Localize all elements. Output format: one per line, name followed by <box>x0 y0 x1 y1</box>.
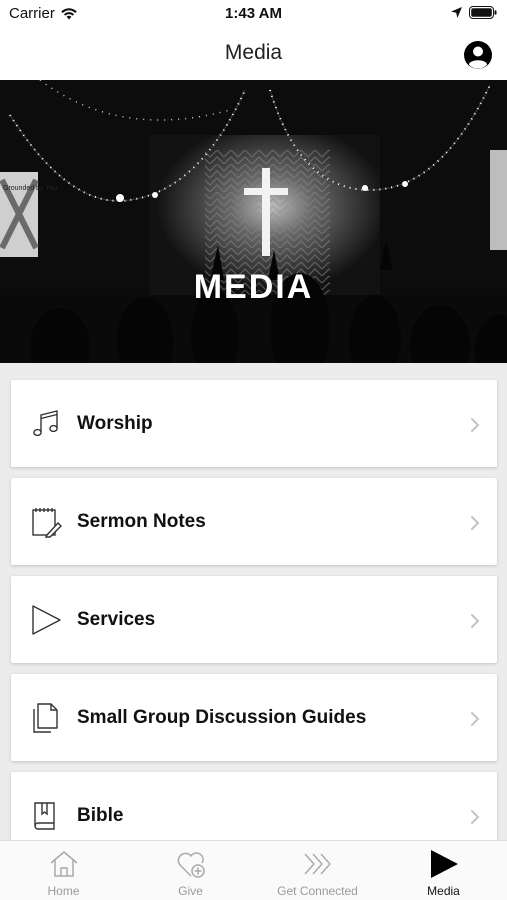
tab-label: Get Connected <box>277 884 358 898</box>
menu-item-label: Worship <box>77 413 153 434</box>
music-note-icon <box>33 410 58 437</box>
status-bar: Carrier 1:43 AM <box>0 0 507 28</box>
navigation-bar: Media <box>0 28 507 80</box>
chevron-right-icon <box>471 418 480 432</box>
double-chevron-icon <box>303 853 331 875</box>
chevron-right-icon <box>471 810 480 824</box>
chevron-right-icon <box>471 712 480 726</box>
notepad-pencil-icon <box>32 508 62 538</box>
status-time: 1:43 AM <box>225 5 282 22</box>
menu-item-worship[interactable]: Worship <box>11 380 497 467</box>
page-title: Media <box>224 41 283 64</box>
hero-image: Grounded by You MEDIA <box>0 80 507 363</box>
menu-item-services[interactable]: Services <box>11 576 497 663</box>
menu-item-label: Small Group Discussion Guides <box>77 707 367 728</box>
tab-media[interactable]: Media <box>380 841 507 900</box>
profile-button[interactable] <box>463 40 493 70</box>
tab-bar: Home Give Get Connected Media <box>0 840 507 900</box>
play-outline-icon <box>32 605 61 635</box>
tab-get-connected[interactable]: Get Connected <box>254 841 381 900</box>
menu-item-small-group-guides[interactable]: Small Group Discussion Guides <box>11 674 497 761</box>
menu-item-label: Services <box>77 609 156 630</box>
tab-give[interactable]: Give <box>127 841 254 900</box>
menu-item-bible[interactable]: Bible <box>11 772 497 840</box>
profile-icon <box>464 41 492 69</box>
hero-title: MEDIA <box>193 268 314 306</box>
home-icon <box>50 851 77 877</box>
hero-banner-text: Grounded by You <box>3 185 57 192</box>
tab-label: Media <box>427 884 460 898</box>
location-arrow-icon <box>451 7 462 18</box>
tab-home[interactable]: Home <box>0 841 127 900</box>
media-menu-list: Worship Sermon Notes Services Small Grou… <box>0 363 507 840</box>
tab-label: Give <box>178 884 203 898</box>
status-right-indicators <box>450 6 497 19</box>
worship-stage-photo: Grounded by You <box>0 80 507 363</box>
tab-label: Home <box>47 884 80 898</box>
menu-item-sermon-notes[interactable]: Sermon Notes <box>11 478 497 565</box>
chevron-right-icon <box>471 614 480 628</box>
play-filled-icon <box>430 850 458 878</box>
chevron-right-icon <box>471 516 480 530</box>
documents-icon <box>33 703 58 733</box>
heart-plus-icon <box>177 852 205 878</box>
menu-item-label: Sermon Notes <box>77 511 206 532</box>
menu-item-label: Bible <box>77 805 124 826</box>
bible-book-icon <box>34 802 55 830</box>
battery-icon <box>469 6 497 19</box>
